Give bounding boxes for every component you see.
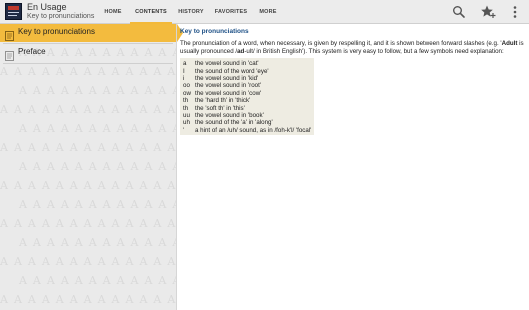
page-icon [5, 28, 14, 41]
key-description: the vowel sound in 'kid' [195, 75, 259, 82]
sidebar-item-preface[interactable]: Preface [0, 44, 176, 62]
intro-text: The pronunciation of a word, when necess… [180, 40, 502, 47]
article: Key to pronunciations The pronunciation … [180, 28, 525, 140]
key-row: uh the sound of the 'a' in 'along' [183, 119, 311, 126]
key-row: ' a hint of an /uh/ sound, as in /foh-k'l… [183, 127, 311, 134]
tab-home[interactable]: HOME [96, 0, 130, 24]
key-description: a hint of an /uh/ sound, as in /foh-k'l/… [195, 126, 312, 134]
star-add-icon[interactable] [480, 4, 496, 20]
tab-history[interactable]: HISTORY [172, 0, 210, 24]
key-symbol: uh [183, 119, 190, 127]
key-symbol: th [183, 97, 189, 105]
page-title: Key to pronunciations [180, 28, 249, 35]
sidebar-item-label: Preface [18, 47, 46, 56]
key-row: uu the vowel sound in 'book' [183, 112, 311, 119]
key-description: the vowel sound in 'cow' [195, 89, 262, 97]
sidebar-divider [3, 63, 173, 64]
app-subtitle: Key to pronunciations [27, 13, 95, 20]
key-symbol: a [183, 60, 187, 68]
app-title: En Usage [27, 2, 67, 12]
key-description: the vowel sound in 'root' [195, 82, 261, 90]
key-description: the vowel sound in 'book' [195, 112, 264, 120]
key-row: oo the vowel sound in 'root' [183, 82, 311, 89]
tab-bar: HOME CONTENTS HISTORY FAVORITES MORE [96, 0, 284, 24]
key-description: the 'soft th' in 'this' [195, 104, 245, 112]
page-icon [5, 48, 14, 61]
key-symbol: i [183, 75, 185, 82]
sidebar-item-key-to-pronunciations[interactable]: Key to pronunciations [0, 24, 176, 42]
sidebar: AAAAAAAAAAA AAA AAAAAAAAAAA AAA AAAAAAAA AA… [0, 24, 177, 310]
key-description: the sound of the 'a' in 'along' [195, 119, 273, 127]
sidebar-watermark: AAAAAAAAAAA AAA AAAAAAAAAAA AAA AAAAAAAA AA… [0, 27, 177, 306]
key-symbol: ow [183, 89, 191, 97]
search-icon[interactable] [451, 4, 467, 20]
key-row: Ithe sound of the word 'eye' [183, 68, 311, 75]
sidebar-item-label: Key to pronunciations [18, 27, 95, 36]
key-symbol: uu [183, 112, 190, 120]
key-description: the 'hard th' in 'thick' [195, 97, 251, 105]
intro-bold-word: Adult [501, 40, 518, 47]
pronunciation-key-table: a the vowel sound in 'cat' Ithe sound of t… [180, 58, 315, 136]
intro-paragraph: The pronunciation of a word, when necess… [180, 40, 525, 55]
app-logo-icon[interactable] [5, 3, 22, 20]
key-symbol: ' [183, 126, 185, 134]
action-bar: En Usage Key to pronunciations HOME CONT… [0, 0, 529, 24]
tab-favorites[interactable]: FAVORITES [210, 0, 252, 24]
key-row: a the vowel sound in 'cat' [183, 60, 311, 67]
key-description: the sound of the word 'eye' [195, 67, 269, 75]
tab-more[interactable]: MORE [252, 0, 284, 24]
key-row: i the vowel sound in 'kid' [183, 75, 311, 82]
key-row: ow the vowel sound in 'cow' [183, 90, 311, 97]
overflow-menu-icon[interactable] [507, 4, 523, 20]
title-block: En Usage Key to pronunciations [27, 2, 94, 21]
key-symbol: I [183, 67, 185, 75]
key-row: th the 'soft th' in 'this' [183, 105, 311, 112]
tab-contents[interactable]: CONTENTS [130, 0, 172, 24]
intro-text: -ult/ in British English'). This system … [244, 47, 504, 55]
key-description: the vowel sound in 'cat' [195, 60, 259, 68]
key-row: th the 'hard th' in 'thick' [183, 97, 311, 104]
key-symbol: th [183, 104, 189, 112]
key-symbol: oo [183, 82, 190, 90]
